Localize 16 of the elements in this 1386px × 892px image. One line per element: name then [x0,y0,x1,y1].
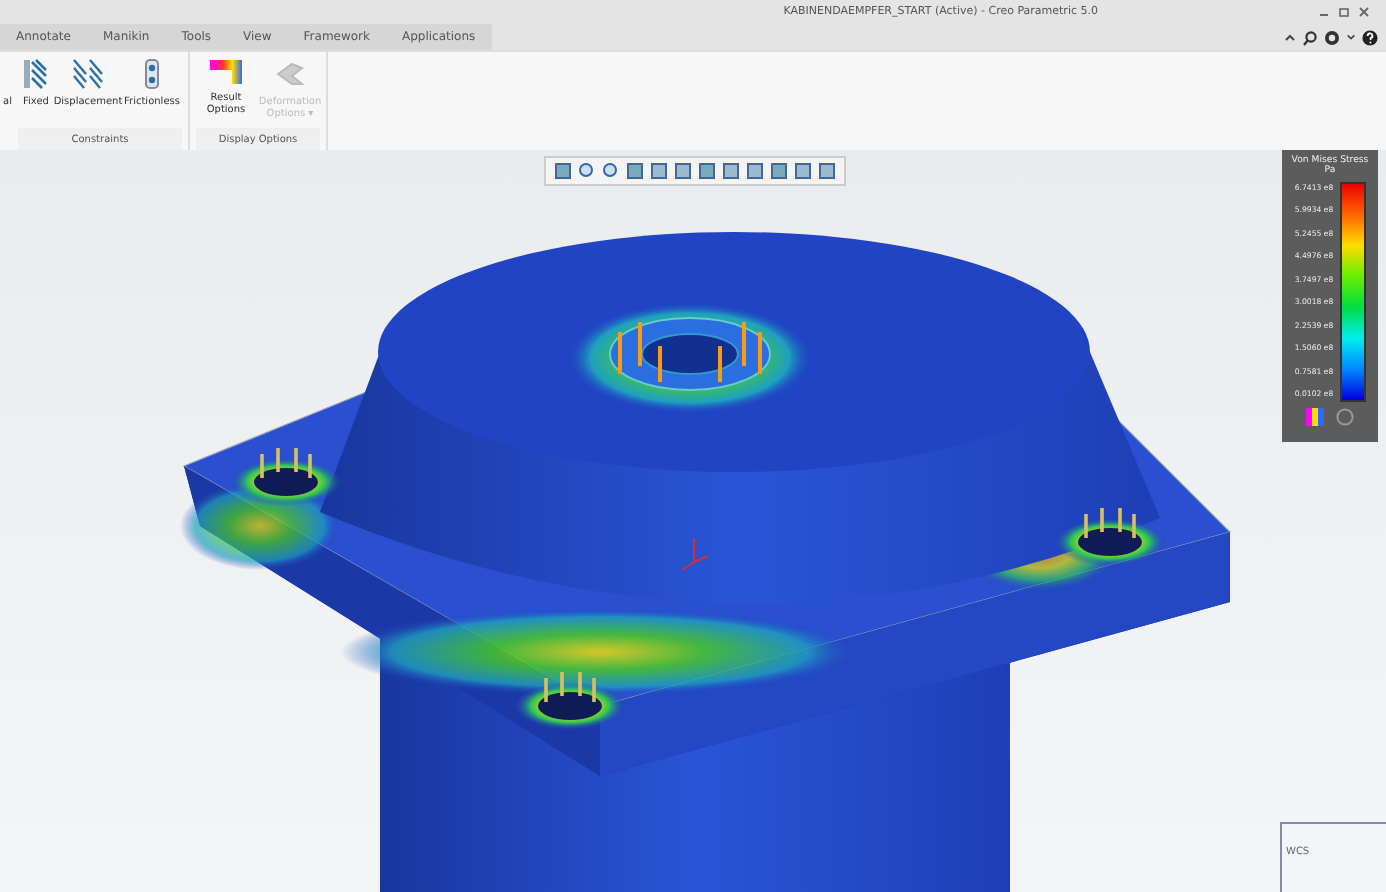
rollers-icon [142,58,162,90]
deformed-shape-icon [274,58,306,90]
refit-icon[interactable] [554,162,572,180]
rainbow-swatch-icon[interactable] [1306,408,1324,426]
rainbow-fringe-icon [208,58,244,86]
settings-icon[interactable] [1324,29,1340,45]
close-icon[interactable] [1358,6,1370,18]
zoom-out-icon[interactable] [602,162,620,180]
help-icon[interactable] [1362,29,1378,45]
restore-icon[interactable] [1338,6,1350,18]
hatched-arrows-icon [70,58,106,90]
hatched-plate-icon [22,58,50,90]
caret-icon[interactable] [1284,31,1296,43]
caret-icon[interactable] [1346,32,1356,42]
zoom-in-icon[interactable] [578,162,596,180]
search-icon[interactable] [1302,29,1318,45]
